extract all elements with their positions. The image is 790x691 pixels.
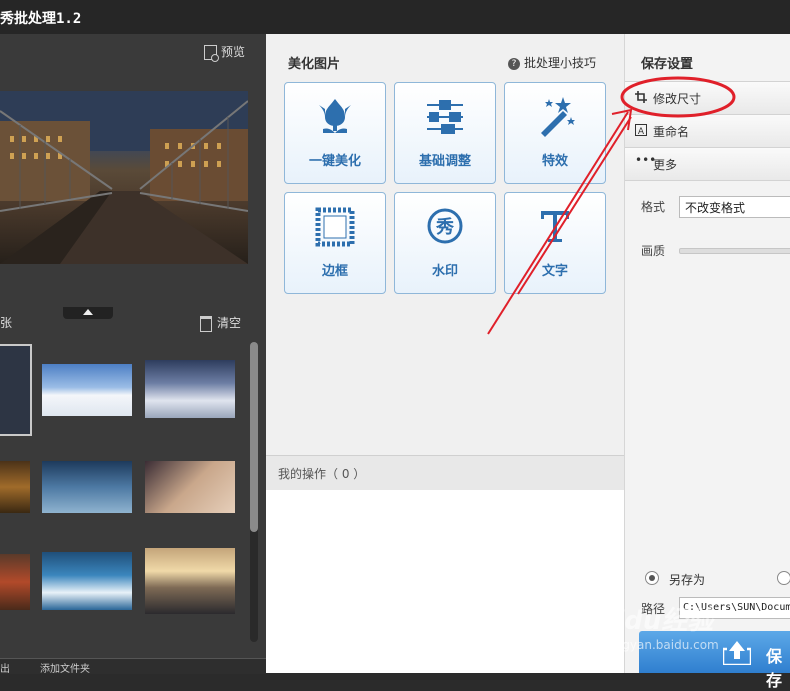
tulip-icon <box>319 99 351 133</box>
rename-icon: A <box>635 124 647 136</box>
tool-frame[interactable]: 边框 <box>284 192 386 294</box>
beautify-panel: 美化图片 ? 批处理小技巧 一键美化 基础调整 特效 边框 秀 水印 文字 我的… <box>266 34 624 673</box>
save-settings-title: 保存设置 <box>641 57 694 72</box>
tool-label: 基础调整 <box>418 154 471 169</box>
my-operations-list <box>266 490 624 673</box>
watermark-url: jingyan.baidu.com <box>608 638 719 652</box>
sliders-icon <box>427 100 463 134</box>
tool-label: 文字 <box>541 264 568 279</box>
thumbnail-autumn[interactable] <box>0 554 30 610</box>
more-label: 更多 <box>653 158 678 172</box>
frame-icon <box>315 207 355 247</box>
more-dots-icon: ••• <box>635 153 657 167</box>
rename-label: 重命名 <box>653 125 690 139</box>
thumbnail-ski[interactable] <box>42 364 132 416</box>
caret-up-icon <box>83 309 93 315</box>
tips-link[interactable]: ? 批处理小技巧 <box>508 54 596 71</box>
trash-icon <box>200 315 212 332</box>
more-row[interactable]: ••• 更多 <box>625 147 790 181</box>
thumbnail-sunset[interactable] <box>0 461 30 513</box>
tool-one-click-beautify[interactable]: 一键美化 <box>284 82 386 184</box>
preview-label: 预览 <box>221 45 246 59</box>
left-bottom-toolbar: 出 添加文件夹 <box>0 658 266 675</box>
seal-icon: 秀 <box>427 208 463 244</box>
left-panel: 预览 张 清空 出 添加文件夹 <box>0 34 266 675</box>
tool-basic-adjust[interactable]: 基础调整 <box>394 82 496 184</box>
thumbnail-selected[interactable] <box>0 344 32 436</box>
text-icon <box>541 211 569 242</box>
watermark-brand: Baidu经验 <box>578 606 714 636</box>
window-title: 秀批处理1.2 <box>0 11 82 27</box>
resize-label: 修改尺寸 <box>653 92 702 106</box>
preview-icon <box>204 45 219 62</box>
scrollbar-thumb[interactable] <box>250 342 258 532</box>
image-count-label: 张 <box>0 316 13 330</box>
bridge-photo <box>0 91 248 264</box>
question-icon: ? <box>508 57 520 70</box>
tool-label: 边框 <box>321 264 348 279</box>
save-settings-panel: 保存设置 修改尺寸 A 重命名 ••• 更多 格式 不改变格式 画质 另存为 路… <box>624 34 790 690</box>
thumbnail-fairy[interactable] <box>145 461 235 513</box>
format-value: 不改变格式 <box>685 201 746 215</box>
my-operations-header: 我的操作（ 0 ） <box>266 455 624 491</box>
magic-wand-icon <box>541 97 575 137</box>
panel-title: 美化图片 <box>288 57 341 72</box>
thumbnail-jetski[interactable] <box>42 552 132 610</box>
title-bar: 秀批处理1.2 <box>0 0 790 34</box>
tool-label: 特效 <box>541 154 568 169</box>
tool-text[interactable]: 文字 <box>504 192 606 294</box>
tool-watermark[interactable]: 秀 水印 <box>394 192 496 294</box>
clear-label: 清空 <box>217 316 242 330</box>
thumbnail-scrollbar[interactable] <box>250 342 258 642</box>
tool-effects[interactable]: 特效 <box>504 82 606 184</box>
my-operations-label: 我的操作（ 0 ） <box>278 467 366 481</box>
tool-label: 一键美化 <box>308 154 361 169</box>
rename-row[interactable]: A 重命名 <box>625 114 790 148</box>
overwrite-radio[interactable] <box>777 571 790 585</box>
save-as-radio[interactable] <box>645 571 659 585</box>
save-as-label: 另存为 <box>669 573 706 587</box>
svg-text:A: A <box>638 127 645 136</box>
crop-icon <box>635 91 647 103</box>
tool-label: 水印 <box>431 264 458 279</box>
thumbnail-sea-sunset[interactable] <box>145 548 235 614</box>
clear-button[interactable]: 清空 <box>200 314 241 332</box>
thumbnail-snow-mountain[interactable] <box>145 360 235 418</box>
preview-image <box>0 91 248 264</box>
save-label: 保存 <box>766 647 783 690</box>
svg-text:秀: 秀 <box>435 217 454 238</box>
save-upload-icon <box>723 641 751 665</box>
quality-slider[interactable] <box>679 248 790 254</box>
format-label: 格式 <box>641 200 666 214</box>
resize-row[interactable]: 修改尺寸 <box>625 81 790 115</box>
collapse-toggle[interactable] <box>63 307 113 319</box>
quality-label: 画质 <box>641 244 666 258</box>
tips-label: 批处理小技巧 <box>524 56 597 70</box>
thumbnail-fantasy[interactable] <box>42 461 132 513</box>
format-select[interactable]: 不改变格式 <box>679 196 790 218</box>
preview-button[interactable]: 预览 <box>204 43 246 62</box>
